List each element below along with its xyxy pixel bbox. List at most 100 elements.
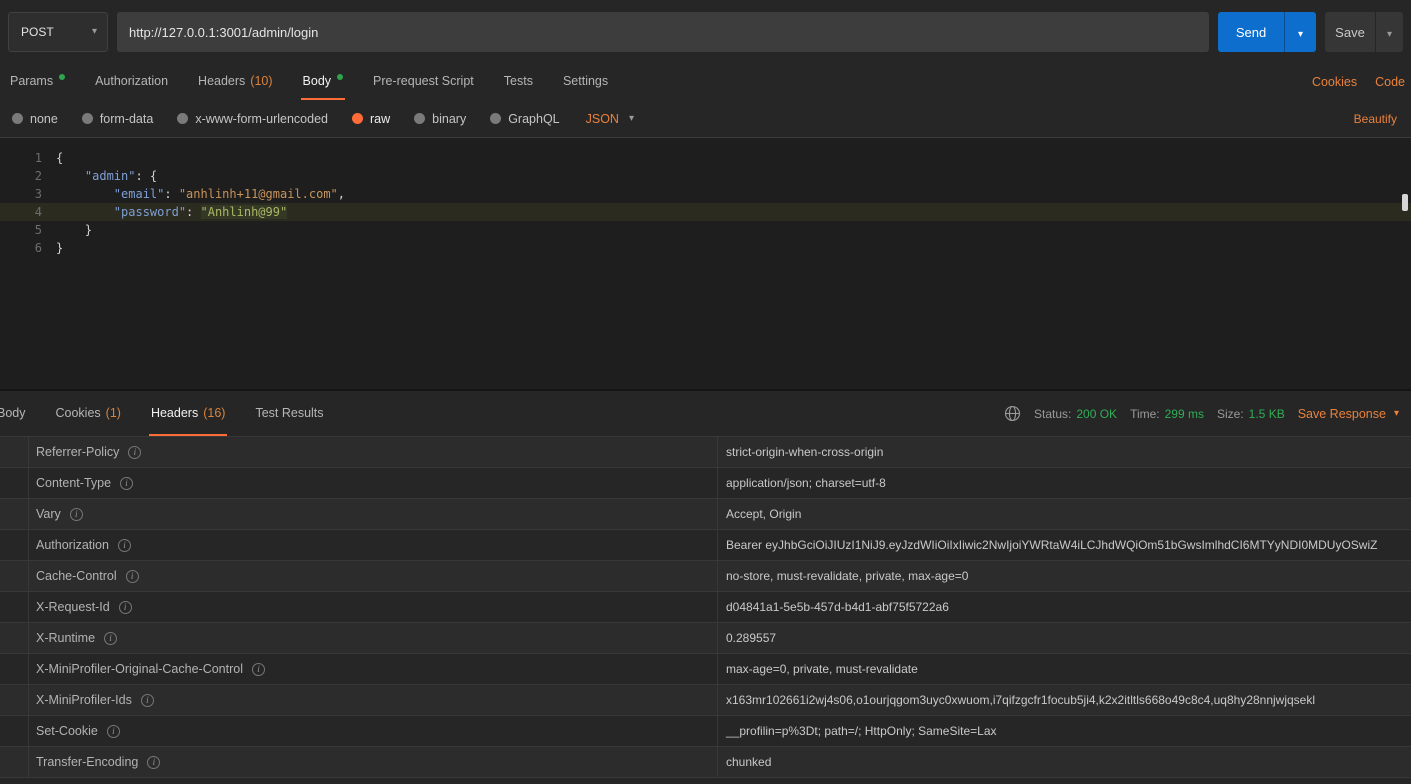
line-number: 3 (0, 185, 42, 203)
tab-label: Pre-request Script (373, 74, 474, 88)
header-key-cell: Referrer-Policy (0, 437, 718, 467)
response-toolbar: Body Cookies(1) Headers(16) Test Results St… (0, 389, 1411, 437)
code-text: } (42, 221, 92, 239)
body-type-x-www-form-urlencoded[interactable]: x-www-form-urlencoded (177, 112, 328, 126)
radio-label: raw (370, 112, 390, 126)
send-options-button[interactable] (1284, 12, 1316, 52)
header-value: x163mr102661i2wj4s06,o1ourjqgom3uyc0xwuo… (718, 685, 1411, 715)
save-response-button[interactable]: Save Response (1298, 407, 1399, 421)
globe-icon[interactable] (1004, 405, 1021, 422)
send-button[interactable]: Send (1218, 12, 1284, 52)
info-icon[interactable] (118, 539, 131, 552)
tab-label: Params (10, 74, 53, 88)
tab-label: Body (303, 74, 332, 88)
body-type-graphql[interactable]: GraphQL (490, 112, 559, 126)
tab-body[interactable]: Body (0, 391, 28, 436)
info-icon[interactable] (147, 756, 160, 769)
info-icon[interactable] (128, 446, 141, 459)
radio-icon (414, 113, 425, 124)
size-indicator: Size: 1.5 KB (1217, 407, 1285, 421)
chevron-down-icon (1394, 409, 1399, 419)
editor-line[interactable]: 4 "password": "Anhlinh@99" (0, 203, 1411, 221)
header-value: Bearer eyJhbGciOiJIUzI1NiJ9.eyJzdWIiOiIx… (718, 530, 1411, 560)
url-input[interactable] (117, 12, 1209, 52)
header-value: Accept, Origin (718, 499, 1411, 529)
tab-headers[interactable]: Headers(10) (196, 64, 274, 100)
format-label: JSON (586, 112, 619, 126)
save-options-button[interactable] (1375, 12, 1403, 52)
line-number: 2 (0, 167, 42, 185)
save-button[interactable]: Save (1325, 12, 1375, 52)
tab-label: Authorization (95, 74, 168, 88)
tab-count: (1) (106, 406, 121, 420)
header-value: max-age=0, private, must-revalidate (718, 654, 1411, 684)
editor-line[interactable]: 1{ (0, 149, 1411, 167)
code-text: "email": "anhlinh+11@gmail.com", (42, 185, 345, 203)
body-type-form-data[interactable]: form-data (82, 112, 154, 126)
body-type-binary[interactable]: binary (414, 112, 466, 126)
line-number: 5 (0, 221, 42, 239)
postman-app: POST Send Save Params Authorization Header… (0, 0, 1411, 784)
tab-label: Body (0, 406, 26, 420)
code-link[interactable]: Code (1375, 75, 1405, 89)
info-icon[interactable] (141, 694, 154, 707)
header-value: 0.289557 (718, 623, 1411, 653)
header-key-cell: Set-Cookie (0, 716, 718, 746)
info-icon[interactable] (107, 725, 120, 738)
info-icon[interactable] (104, 632, 117, 645)
editor-line[interactable]: 2 "admin": { (0, 167, 1411, 185)
tab-headers[interactable]: Headers(16) (149, 391, 227, 436)
chevron-down-icon (92, 27, 97, 37)
beautify-link[interactable]: Beautify (1354, 112, 1397, 126)
table-row: X-MiniProfiler-Idsx163mr102661i2wj4s06,o… (0, 685, 1411, 716)
editor-scrollbar[interactable] (1402, 194, 1408, 211)
radio-icon (177, 113, 188, 124)
editor-line[interactable]: 3 "email": "anhlinh+11@gmail.com", (0, 185, 1411, 203)
tab-body[interactable]: Body (301, 64, 346, 100)
time-indicator: Time: 299 ms (1130, 407, 1204, 421)
time-label: Time: (1130, 407, 1160, 421)
method-label: POST (21, 25, 54, 39)
cookies-link[interactable]: Cookies (1312, 75, 1357, 89)
header-key: Referrer-Policy (36, 445, 119, 459)
body-type-bar: none form-data x-www-form-urlencoded raw bin… (0, 100, 1411, 137)
tab-params[interactable]: Params (8, 64, 67, 100)
table-row: Content-Typeapplication/json; charset=ut… (0, 468, 1411, 499)
info-icon[interactable] (120, 477, 133, 490)
editor-line[interactable]: 6} (0, 239, 1411, 257)
headers-table: Referrer-Policy strict-origin-when-cross-… (0, 437, 1411, 784)
tab-test-results[interactable]: Test Results (253, 391, 325, 436)
chevron-down-icon (1298, 29, 1303, 40)
header-value: application/json; charset=utf-8 (718, 468, 1411, 498)
code-text: } (42, 239, 63, 257)
tab-count: (16) (203, 406, 225, 420)
status-indicator: Status: 200 OK (1034, 407, 1117, 421)
tab-label: Test Results (255, 406, 323, 420)
tab-authorization[interactable]: Authorization (93, 64, 170, 100)
tab-tests[interactable]: Tests (502, 64, 535, 100)
editor-line[interactable]: 5 } (0, 221, 1411, 239)
request-body-editor[interactable]: 1{2 "admin": {3 "email": "anhlinh+11@gma… (0, 137, 1411, 389)
header-key-cell: Transfer-Encoding (0, 747, 718, 777)
info-icon[interactable] (70, 508, 83, 521)
header-key: Vary (36, 507, 61, 521)
radio-label: none (30, 112, 58, 126)
header-key: X-Runtime (36, 631, 95, 645)
tab-pre-request-script[interactable]: Pre-request Script (371, 64, 476, 100)
header-key-cell: Cache-Control (0, 561, 718, 591)
header-key: Cache-Control (36, 569, 117, 583)
info-icon[interactable] (252, 663, 265, 676)
editor-lines: 1{2 "admin": {3 "email": "anhlinh+11@gma… (0, 149, 1411, 257)
header-value: __profilin=p%3Dt; path=/; HttpOnly; Same… (718, 716, 1411, 746)
header-value: strict-origin-when-cross-origin (718, 437, 1411, 467)
format-dropdown[interactable]: JSON (586, 112, 634, 126)
body-type-raw[interactable]: raw (352, 112, 390, 126)
body-type-none[interactable]: none (12, 112, 58, 126)
method-dropdown[interactable]: POST (8, 12, 108, 52)
header-key-cell: X-MiniProfiler-Original-Cache-Control (0, 654, 718, 684)
info-icon[interactable] (126, 570, 139, 583)
info-icon[interactable] (119, 601, 132, 614)
tab-cookies[interactable]: Cookies(1) (54, 391, 123, 436)
tab-settings[interactable]: Settings (561, 64, 610, 100)
table-row: Set-Cookie__profilin=p%3Dt; path=/; Http… (0, 716, 1411, 747)
